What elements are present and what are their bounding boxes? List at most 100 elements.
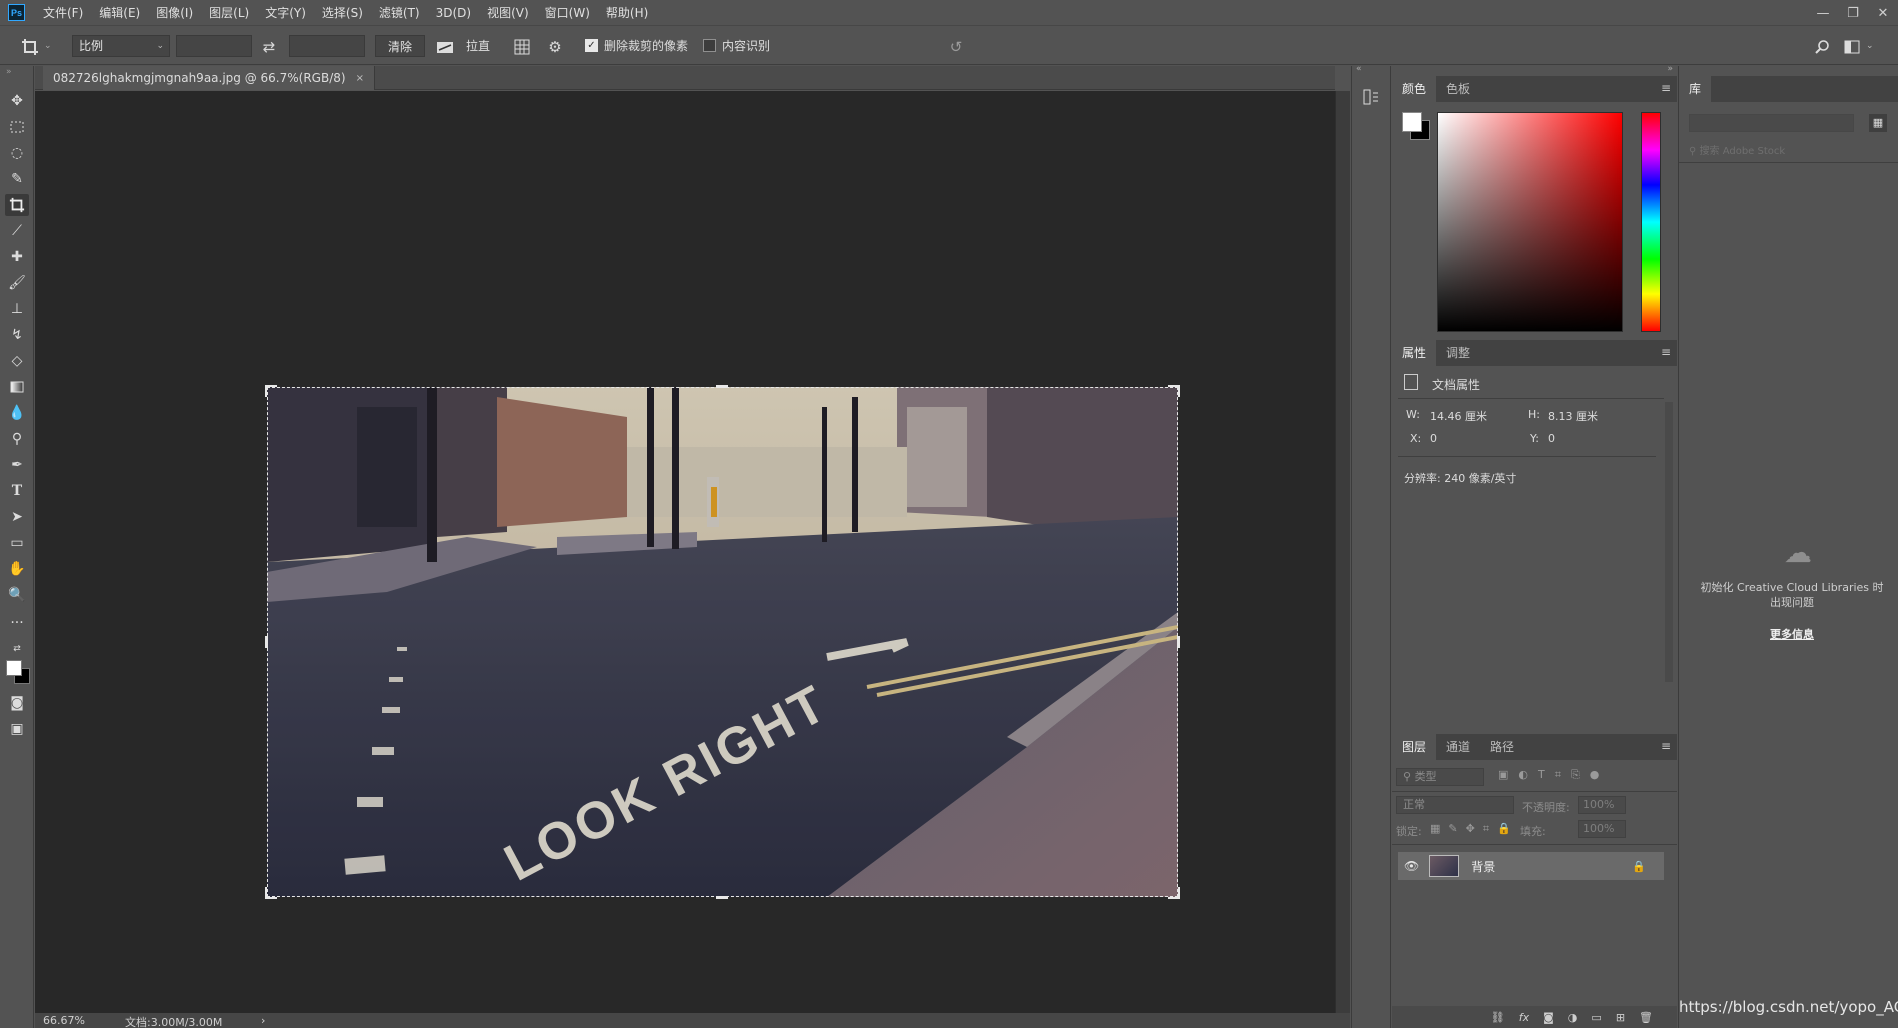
- close-button[interactable]: ✕: [1868, 0, 1898, 26]
- search-icon[interactable]: [1810, 35, 1834, 59]
- tab-layers[interactable]: 图层: [1392, 734, 1437, 760]
- menu-window[interactable]: 窗口(W): [537, 0, 598, 26]
- crop-handle-bottom-left[interactable]: [265, 887, 277, 899]
- move-tool-icon[interactable]: ✥: [5, 90, 29, 112]
- straighten-label[interactable]: 拉直: [466, 35, 490, 57]
- swap-arrows-icon[interactable]: ⇄: [257, 35, 281, 59]
- color-panel-menu-icon[interactable]: ≡: [1661, 81, 1671, 95]
- crop-handle-top-right[interactable]: [1168, 385, 1180, 397]
- layer-filter-select[interactable]: ⚲ 类型: [1396, 768, 1484, 786]
- quick-select-tool-icon[interactable]: ✎: [5, 168, 29, 190]
- workspace-icon[interactable]: [1840, 35, 1864, 59]
- group-icon[interactable]: ▭: [1591, 1011, 1601, 1024]
- menu-3d[interactable]: 3D(D): [428, 0, 479, 26]
- canvas-area[interactable]: LOOK RIGHT: [35, 91, 1335, 1013]
- crop-frame[interactable]: [267, 387, 1178, 897]
- straighten-icon[interactable]: [433, 35, 457, 59]
- pen-tool-icon[interactable]: ✒: [5, 454, 29, 476]
- eye-icon[interactable]: 👁: [1404, 859, 1419, 873]
- adjustment-icon[interactable]: ◑: [1568, 1011, 1578, 1024]
- filter-adjustment-icon[interactable]: ◐: [1518, 768, 1528, 782]
- library-search[interactable]: ⚲ 搜索 Adobe Stock: [1689, 142, 1785, 157]
- rectangle-tool-icon[interactable]: ▭: [5, 532, 29, 554]
- eraser-tool-icon[interactable]: ◇: [5, 350, 29, 372]
- filter-type-icon[interactable]: T: [1538, 768, 1545, 782]
- tab-color[interactable]: 颜色: [1392, 76, 1437, 102]
- overlay-grid-icon[interactable]: [510, 35, 534, 59]
- restore-button[interactable]: ❐: [1838, 0, 1868, 26]
- collapse-left-icon[interactable]: «: [1356, 64, 1362, 74]
- path-select-tool-icon[interactable]: ➤: [5, 506, 29, 528]
- link-icon[interactable]: ⛓: [1491, 1011, 1505, 1024]
- ratio-height-input[interactable]: [289, 35, 365, 57]
- opacity-input[interactable]: 100%: [1578, 796, 1626, 814]
- crop-tool-preset-icon[interactable]: [18, 35, 42, 59]
- layer-name[interactable]: 背景: [1471, 858, 1495, 875]
- zoom-tool-icon[interactable]: 🔍: [5, 584, 29, 606]
- content-aware-checkbox[interactable]: [703, 39, 716, 52]
- menu-help[interactable]: 帮助(H): [598, 0, 656, 26]
- menu-layer[interactable]: 图层(L): [201, 0, 257, 26]
- layer-row-background[interactable]: 👁 背景 🔒: [1398, 852, 1664, 880]
- ratio-select[interactable]: 比例 ⌄: [72, 35, 170, 57]
- filter-shape-icon[interactable]: ⌗: [1555, 768, 1561, 782]
- menu-image[interactable]: 图像(I): [148, 0, 201, 26]
- screen-mode-icon[interactable]: ▣: [5, 718, 29, 740]
- crop-handle-left[interactable]: [265, 636, 268, 648]
- menu-view[interactable]: 视图(V): [479, 0, 537, 26]
- hand-tool-icon[interactable]: ✋: [5, 558, 29, 580]
- quick-mask-icon[interactable]: ◙: [5, 692, 29, 714]
- filter-pixel-icon[interactable]: ▣: [1498, 768, 1508, 782]
- blur-tool-icon[interactable]: 💧: [5, 402, 29, 424]
- close-tab-icon[interactable]: ×: [356, 73, 364, 84]
- mask-icon[interactable]: ◙: [1543, 1011, 1554, 1024]
- tab-adjustments[interactable]: 调整: [1436, 340, 1480, 366]
- foreground-color-swatch[interactable]: [6, 660, 22, 676]
- swap-colors-icon[interactable]: ⇄: [5, 638, 29, 660]
- document-tab[interactable]: 082726lghakmgjmgnah9aa.jpg @ 66.7%(RGB/8…: [43, 66, 375, 90]
- y-value[interactable]: 0: [1548, 432, 1555, 445]
- gradient-tool-icon[interactable]: [5, 376, 29, 398]
- lock-all-icon[interactable]: 🔒: [1497, 822, 1511, 836]
- crop-handle-top[interactable]: [716, 385, 728, 388]
- layers-panel-menu-icon[interactable]: ≡: [1661, 739, 1671, 753]
- tab-swatches[interactable]: 色板: [1436, 76, 1480, 102]
- crop-handle-right[interactable]: [1177, 636, 1180, 648]
- lock-position-icon[interactable]: ✥: [1466, 822, 1475, 836]
- menu-type[interactable]: 文字(Y): [257, 0, 314, 26]
- menu-filter[interactable]: 滤镜(T): [371, 0, 428, 26]
- filter-smart-object-icon[interactable]: ⎘: [1571, 768, 1580, 782]
- new-layer-icon[interactable]: ⊞: [1616, 1011, 1625, 1024]
- dodge-tool-icon[interactable]: ⚲: [5, 428, 29, 450]
- collapse-right-icon[interactable]: »: [1667, 64, 1673, 74]
- properties-panel-menu-icon[interactable]: ≡: [1661, 345, 1671, 359]
- crop-handle-bottom-right[interactable]: [1168, 887, 1180, 899]
- menu-file[interactable]: 文件(F): [35, 0, 91, 26]
- brush-tool-icon[interactable]: 🖌: [5, 272, 29, 294]
- gear-icon[interactable]: ⚙: [543, 35, 567, 59]
- zoom-level[interactable]: 66.67%: [43, 1014, 85, 1027]
- workspace-dropdown-arrow-icon[interactable]: ⌄: [1866, 35, 1874, 57]
- clear-button[interactable]: 清除: [375, 35, 425, 57]
- fx-icon[interactable]: fx: [1519, 1011, 1529, 1024]
- tab-properties[interactable]: 属性: [1392, 340, 1437, 366]
- ratio-width-input[interactable]: [176, 35, 252, 57]
- crop-tool-icon[interactable]: [5, 194, 29, 216]
- more-tools-icon[interactable]: ···: [5, 612, 29, 634]
- toolbox-collapse-icon[interactable]: »: [0, 66, 33, 78]
- lock-artboard-icon[interactable]: ⌗: [1483, 822, 1489, 836]
- library-select[interactable]: [1689, 114, 1854, 132]
- history-brush-tool-icon[interactable]: ↯: [5, 324, 29, 346]
- width-value[interactable]: 14.46 厘米: [1430, 408, 1487, 424]
- tab-channels[interactable]: 通道: [1436, 734, 1480, 760]
- eyedropper-tool-icon[interactable]: ⟋: [5, 220, 29, 242]
- menu-select[interactable]: 选择(S): [314, 0, 371, 26]
- trash-icon[interactable]: 🗑: [1639, 1011, 1653, 1024]
- menu-edit[interactable]: 编辑(E): [91, 0, 148, 26]
- tab-paths[interactable]: 路径: [1480, 734, 1524, 760]
- x-value[interactable]: 0: [1430, 432, 1437, 445]
- marquee-tool-icon[interactable]: [5, 116, 29, 138]
- type-tool-icon[interactable]: T: [5, 480, 29, 502]
- tab-libraries[interactable]: 库: [1679, 76, 1712, 102]
- lock-pixels-icon[interactable]: ✎: [1448, 822, 1457, 836]
